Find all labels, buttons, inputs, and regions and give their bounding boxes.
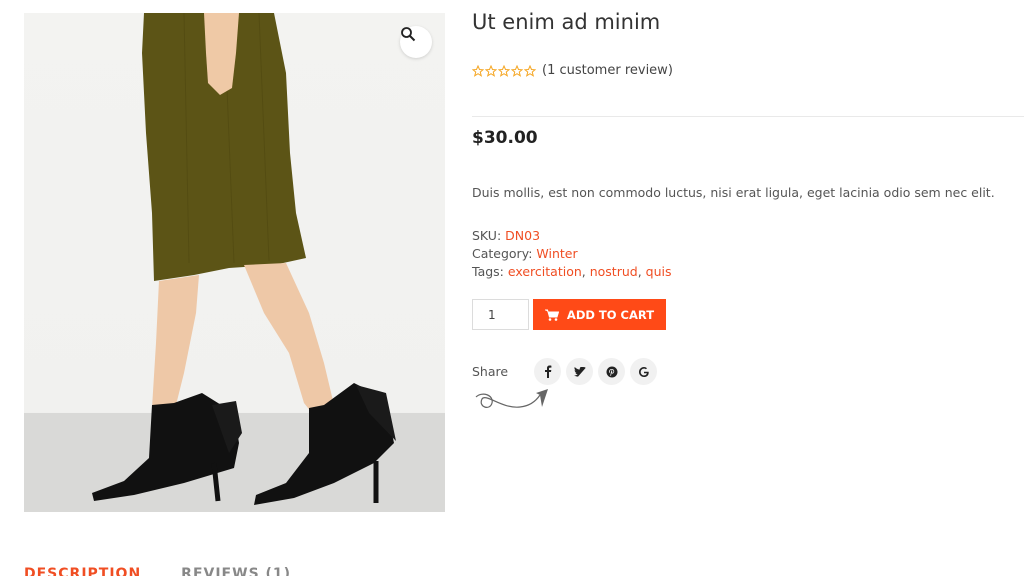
sku-row: SKU: DN03 <box>472 227 672 245</box>
pinterest-share-button[interactable] <box>598 358 625 385</box>
zoom-button[interactable] <box>400 26 432 58</box>
tab-description[interactable]: DESCRIPTION <box>24 566 141 576</box>
magnifier-icon <box>401 27 416 42</box>
tag-separator: , <box>637 264 646 279</box>
sku-label: SKU: <box>472 228 502 243</box>
product-title: Ut enim ad minim <box>472 10 661 34</box>
product-price: $30.00 <box>472 128 538 148</box>
tags-row: Tags: exercitation, nostrud, quis <box>472 263 672 281</box>
quantity-input[interactable] <box>472 299 529 330</box>
product-tabs: DESCRIPTION REVIEWS (1) <box>24 566 291 576</box>
category-link[interactable]: Winter <box>536 246 577 261</box>
tag-link[interactable]: exercitation <box>508 264 582 279</box>
social-links <box>534 358 657 385</box>
product-image[interactable] <box>24 13 445 512</box>
facebook-icon <box>544 365 551 378</box>
product-photo <box>24 13 445 512</box>
facebook-share-button[interactable] <box>534 358 561 385</box>
category-label: Category: <box>472 246 533 261</box>
tags-label: Tags: <box>472 264 504 279</box>
star-icon <box>485 64 497 77</box>
star-icon <box>472 64 484 77</box>
sku-value: DN03 <box>505 228 541 243</box>
cart-icon <box>544 309 559 321</box>
tag-separator: , <box>581 264 590 279</box>
star-rating <box>472 64 536 77</box>
star-icon <box>511 64 523 77</box>
share-section: Share <box>472 358 657 385</box>
product-meta: SKU: DN03 Category: Winter Tags: exercit… <box>472 227 672 281</box>
add-to-cart-label: ADD TO CART <box>566 307 655 322</box>
star-icon <box>524 64 536 77</box>
share-arrow-doodle <box>475 389 548 408</box>
tag-link[interactable]: nostrud <box>590 264 638 279</box>
divider <box>472 116 1024 117</box>
twitter-share-button[interactable] <box>566 358 593 385</box>
customer-review-link[interactable]: (1 customer review) <box>542 63 673 78</box>
product-summary: Ut enim ad minim (1 customer review) $30… <box>472 0 1024 576</box>
product-rating: (1 customer review) <box>472 63 673 78</box>
add-to-cart-form: ADD TO CART <box>472 299 666 330</box>
product-description: Duis mollis, est non commodo luctus, nis… <box>472 185 995 200</box>
share-label: Share <box>472 364 509 379</box>
twitter-icon <box>573 366 586 377</box>
add-to-cart-button[interactable]: ADD TO CART <box>533 299 666 330</box>
google-share-button[interactable] <box>630 358 657 385</box>
tag-link[interactable]: quis <box>646 264 672 279</box>
pinterest-icon <box>606 366 617 377</box>
google-icon <box>638 366 649 377</box>
star-icon <box>498 64 510 77</box>
tab-reviews[interactable]: REVIEWS (1) <box>181 566 291 576</box>
category-row: Category: Winter <box>472 245 672 263</box>
